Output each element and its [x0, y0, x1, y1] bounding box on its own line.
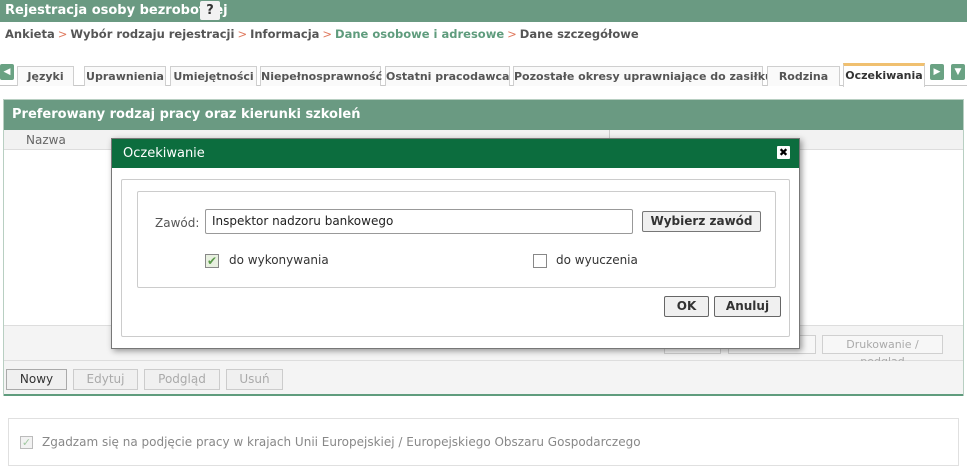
occupation-label: Zawód: [155, 216, 200, 230]
expectation-dialog: Oczekiwanie ✖ Zawód: Inspektor nadzoru b… [111, 138, 800, 349]
modal-overlay: Oczekiwanie ✖ Zawód: Inspektor nadzoru b… [0, 0, 967, 466]
dialog-title: Oczekiwanie [112, 139, 799, 168]
occupation-fieldset: Zawód: Inspektor nadzoru bankowego Wybie… [137, 191, 776, 288]
to-learn-label: do wyuczenia [556, 253, 638, 267]
checkmark-icon: ✔ [206, 254, 218, 268]
dialog-body: Zawód: Inspektor nadzoru bankowego Wybie… [121, 179, 790, 337]
ok-button[interactable]: OK [664, 296, 709, 317]
to-perform-label: do wykonywania [229, 253, 329, 267]
to-perform-checkbox[interactable]: ✔ [205, 254, 219, 268]
choose-occupation-button[interactable]: Wybierz zawód [642, 211, 761, 232]
to-learn-checkbox[interactable] [533, 254, 547, 268]
occupation-field[interactable]: Inspektor nadzoru bankowego [205, 209, 633, 234]
close-icon[interactable]: ✖ [777, 146, 790, 159]
cancel-button[interactable]: Anuluj [714, 296, 781, 317]
